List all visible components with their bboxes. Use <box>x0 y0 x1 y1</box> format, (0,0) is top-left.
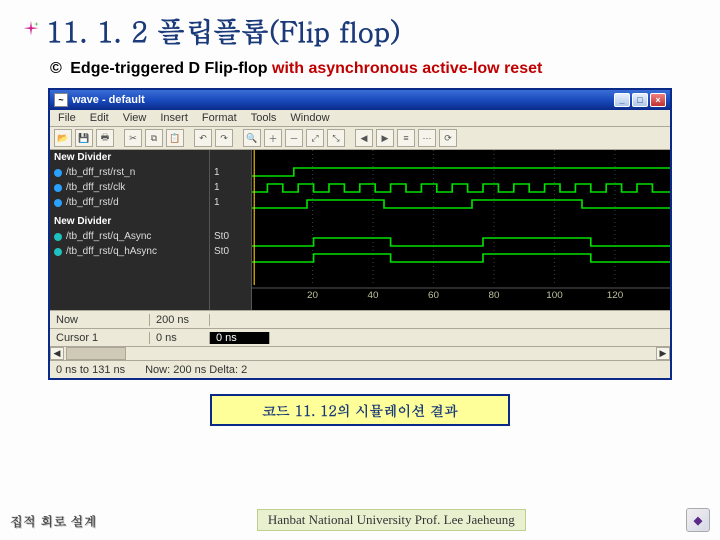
menu-tools[interactable]: Tools <box>251 112 277 124</box>
signal-value: St0 <box>210 229 251 244</box>
signal-value: 1 <box>210 180 251 195</box>
signal-item[interactable]: /tb_dff_rst/d <box>50 195 209 210</box>
zoom-full-icon[interactable]: ⤢ <box>306 129 324 147</box>
save-icon[interactable]: 💾 <box>75 129 93 147</box>
wave-area: New Divider /tb_dff_rst/rst_n /tb_dff_rs… <box>50 150 670 310</box>
footer-left-text: 집적 회로 설계 <box>10 511 97 530</box>
status-range: 0 ns to 131 ns <box>56 364 125 376</box>
window-titlebar[interactable]: ~ wave - default _ □ × <box>50 90 670 110</box>
signal-divider: New Divider <box>50 214 209 229</box>
close-button[interactable]: × <box>650 93 666 107</box>
menu-window[interactable]: Window <box>290 112 329 124</box>
svg-text:60: 60 <box>428 290 439 300</box>
signal-value: St0 <box>210 244 251 259</box>
zoom-fit-icon[interactable]: ⤡ <box>327 129 345 147</box>
menu-file[interactable]: File <box>58 112 76 124</box>
sparkle-icon <box>20 19 42 41</box>
svg-text:100: 100 <box>546 290 563 300</box>
print-icon[interactable]: 🖶 <box>96 129 114 147</box>
maximize-button[interactable]: □ <box>632 93 648 107</box>
signal-value: 1 <box>210 195 251 210</box>
toolbar-row1: 📂 💾 🖶 ✂ ⧉ 📋 ↶ ↷ 🔍 ＋ － ⤢ ⤡ ◀ ▶ ≡ ⋯ ⟳ <box>50 127 670 150</box>
svg-text:20: 20 <box>307 290 318 300</box>
signal-item[interactable]: /tb_dff_rst/rst_n <box>50 165 209 180</box>
wave-window: ~ wave - default _ □ × File Edit View In… <box>48 88 672 380</box>
cursor-label: Cursor 1 <box>50 332 150 344</box>
cursor-next-icon[interactable]: ▶ <box>376 129 394 147</box>
undo-icon[interactable]: ↶ <box>194 129 212 147</box>
waveform-panel[interactable]: 20 40 60 80 100 120 <box>252 150 670 310</box>
window-title: wave - default <box>72 94 145 106</box>
menu-view[interactable]: View <box>123 112 147 124</box>
options-icon[interactable]: ⋯ <box>418 129 436 147</box>
wave-info-bars: Now 200 ns Cursor 1 0 ns 0 ns ◀ ▶ 0 ns t… <box>50 310 670 378</box>
scroll-thumb[interactable] <box>66 347 126 360</box>
signal-name-panel[interactable]: New Divider /tb_dff_rst/rst_n /tb_dff_rs… <box>50 150 210 310</box>
cursor-val-b: 0 ns <box>210 332 270 344</box>
redo-icon[interactable]: ↷ <box>215 129 233 147</box>
signal-item[interactable]: /tb_dff_rst/clk <box>50 180 209 195</box>
app-icon: ~ <box>54 93 68 107</box>
slide-footer: 집적 회로 설계 Hanbat National University Prof… <box>0 508 720 532</box>
scroll-left-icon[interactable]: ◀ <box>50 347 64 360</box>
paste-icon[interactable]: 📋 <box>166 129 184 147</box>
menu-format[interactable]: Format <box>202 112 237 124</box>
status-now: Now: 200 ns Delta: 2 <box>145 364 247 376</box>
footer-logo-icon: ◆ <box>686 508 710 532</box>
minimize-button[interactable]: _ <box>614 93 630 107</box>
slide-subtitle: © Edge-triggered D Flip-flop with asynch… <box>50 60 700 78</box>
slide-title: 11. 1. 2 플립플롭(Flip flop) <box>46 10 401 50</box>
now-label: Now <box>50 314 150 326</box>
cursor-val-a: 0 ns <box>150 332 210 344</box>
menu-bar: File Edit View Insert Format Tools Windo… <box>50 110 670 127</box>
svg-text:120: 120 <box>607 290 624 300</box>
copy-icon[interactable]: ⧉ <box>145 129 163 147</box>
signal-value: 1 <box>210 165 251 180</box>
restart-icon[interactable]: ⟳ <box>439 129 457 147</box>
svg-text:80: 80 <box>488 290 499 300</box>
svg-text:40: 40 <box>367 290 378 300</box>
figure-caption: 코드 11. 12의 시뮬레이션 결과 <box>210 394 510 426</box>
signal-item[interactable]: /tb_dff_rst/q_Async <box>50 229 209 244</box>
zoom-out-icon[interactable]: － <box>285 129 303 147</box>
signal-item[interactable]: /tb_dff_rst/q_hAsync <box>50 244 209 259</box>
slide-title-row: 11. 1. 2 플립플롭(Flip flop) <box>20 10 700 50</box>
menu-insert[interactable]: Insert <box>160 112 188 124</box>
cursor-prev-icon[interactable]: ◀ <box>355 129 373 147</box>
menu-edit[interactable]: Edit <box>90 112 109 124</box>
open-icon[interactable]: 📂 <box>54 129 72 147</box>
signal-divider: New Divider <box>50 150 209 165</box>
now-value: 200 ns <box>150 314 210 326</box>
footer-attribution: Hanbat National University Prof. Lee Jae… <box>257 509 526 531</box>
zoom-in-icon[interactable]: ＋ <box>264 129 282 147</box>
cut-icon[interactable]: ✂ <box>124 129 142 147</box>
copyright-icon: © <box>50 60 62 77</box>
scroll-right-icon[interactable]: ▶ <box>656 347 670 360</box>
list-icon[interactable]: ≡ <box>397 129 415 147</box>
h-scrollbar[interactable]: ◀ ▶ <box>50 346 670 360</box>
find-icon[interactable]: 🔍 <box>243 129 261 147</box>
signal-value-panel: 1 1 1 St0 St0 <box>210 150 252 310</box>
